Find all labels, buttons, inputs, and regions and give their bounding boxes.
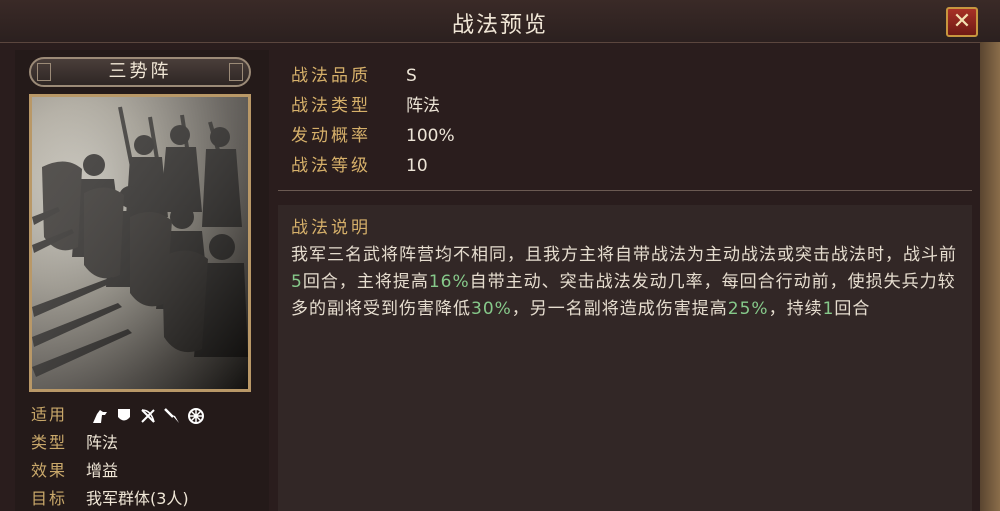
desc-highlight: 5: [291, 272, 303, 292]
quality-label: 战法品质: [291, 66, 371, 86]
window-title: 战法预览: [451, 13, 548, 38]
info-row-probability: 发动概率 100%: [291, 124, 455, 148]
skill-artwork: [29, 94, 251, 392]
spear-icon: [163, 407, 181, 425]
soldiers-silhouette-art: [32, 97, 248, 389]
title-bar: 战法预览 ✕: [0, 0, 1000, 43]
archer-icon: [139, 407, 157, 425]
effect-row: 效果 增益: [31, 460, 118, 482]
skill-type-label: 战法类型: [291, 96, 371, 116]
shield-icon: [115, 407, 133, 425]
desc-highlight: 25%: [727, 299, 769, 319]
effect-label: 效果: [31, 461, 68, 480]
description-title: 战法说明: [291, 218, 371, 238]
info-row-type: 战法类型 阵法: [291, 94, 440, 118]
target-label: 目标: [31, 489, 68, 508]
description-text: 我军三名武将阵营均不相同，且我方主将自带战法为主动战法或突击战法时，战斗前5回合…: [291, 242, 961, 323]
level-label: 战法等级: [291, 156, 371, 176]
skill-name-plate: 三势阵: [29, 57, 251, 87]
quality-value: S: [406, 66, 417, 86]
applicable-label: 适用: [31, 405, 68, 424]
type-value: 阵法: [86, 433, 119, 452]
plate-ornament-left: [37, 63, 51, 81]
cavalry-icon: [91, 407, 109, 425]
level-value: 10: [406, 156, 428, 176]
desc-part: 我军三名武将阵营均不相同，且我方主将自带战法为主动战法或突击战法时，战斗前: [291, 245, 957, 265]
info-row-level: 战法等级 10: [291, 154, 428, 178]
type-label: 类型: [31, 433, 68, 452]
desc-highlight: 16%: [428, 272, 470, 292]
background-edge: [980, 42, 1000, 511]
close-button[interactable]: ✕: [946, 7, 978, 37]
effect-value: 增益: [86, 461, 119, 480]
desc-part: ，持续: [768, 299, 823, 319]
info-row-quality: 战法品质 S: [291, 64, 417, 88]
section-divider: [278, 190, 972, 191]
skill-name: 三势阵: [108, 61, 172, 82]
desc-part: ，另一名副将造成伤害提高: [511, 299, 728, 319]
desc-highlight: 30%: [471, 299, 512, 319]
probability-value: 100%: [406, 126, 455, 146]
desc-highlight: 1: [822, 299, 835, 319]
type-row: 类型 阵法: [31, 432, 118, 454]
siege-icon: [187, 407, 205, 425]
close-icon: ✕: [952, 9, 972, 34]
probability-label: 发动概率: [291, 126, 371, 146]
skill-type-value: 阵法: [406, 96, 440, 116]
target-row: 目标 我军群体(3人): [31, 488, 189, 510]
plate-ornament-right: [229, 63, 243, 81]
desc-part: 回合，主将提高: [302, 272, 429, 292]
desc-part: 回合: [834, 299, 871, 319]
target-value: 我军群体(3人): [86, 489, 189, 508]
applicable-units-row: 适用: [31, 404, 211, 426]
